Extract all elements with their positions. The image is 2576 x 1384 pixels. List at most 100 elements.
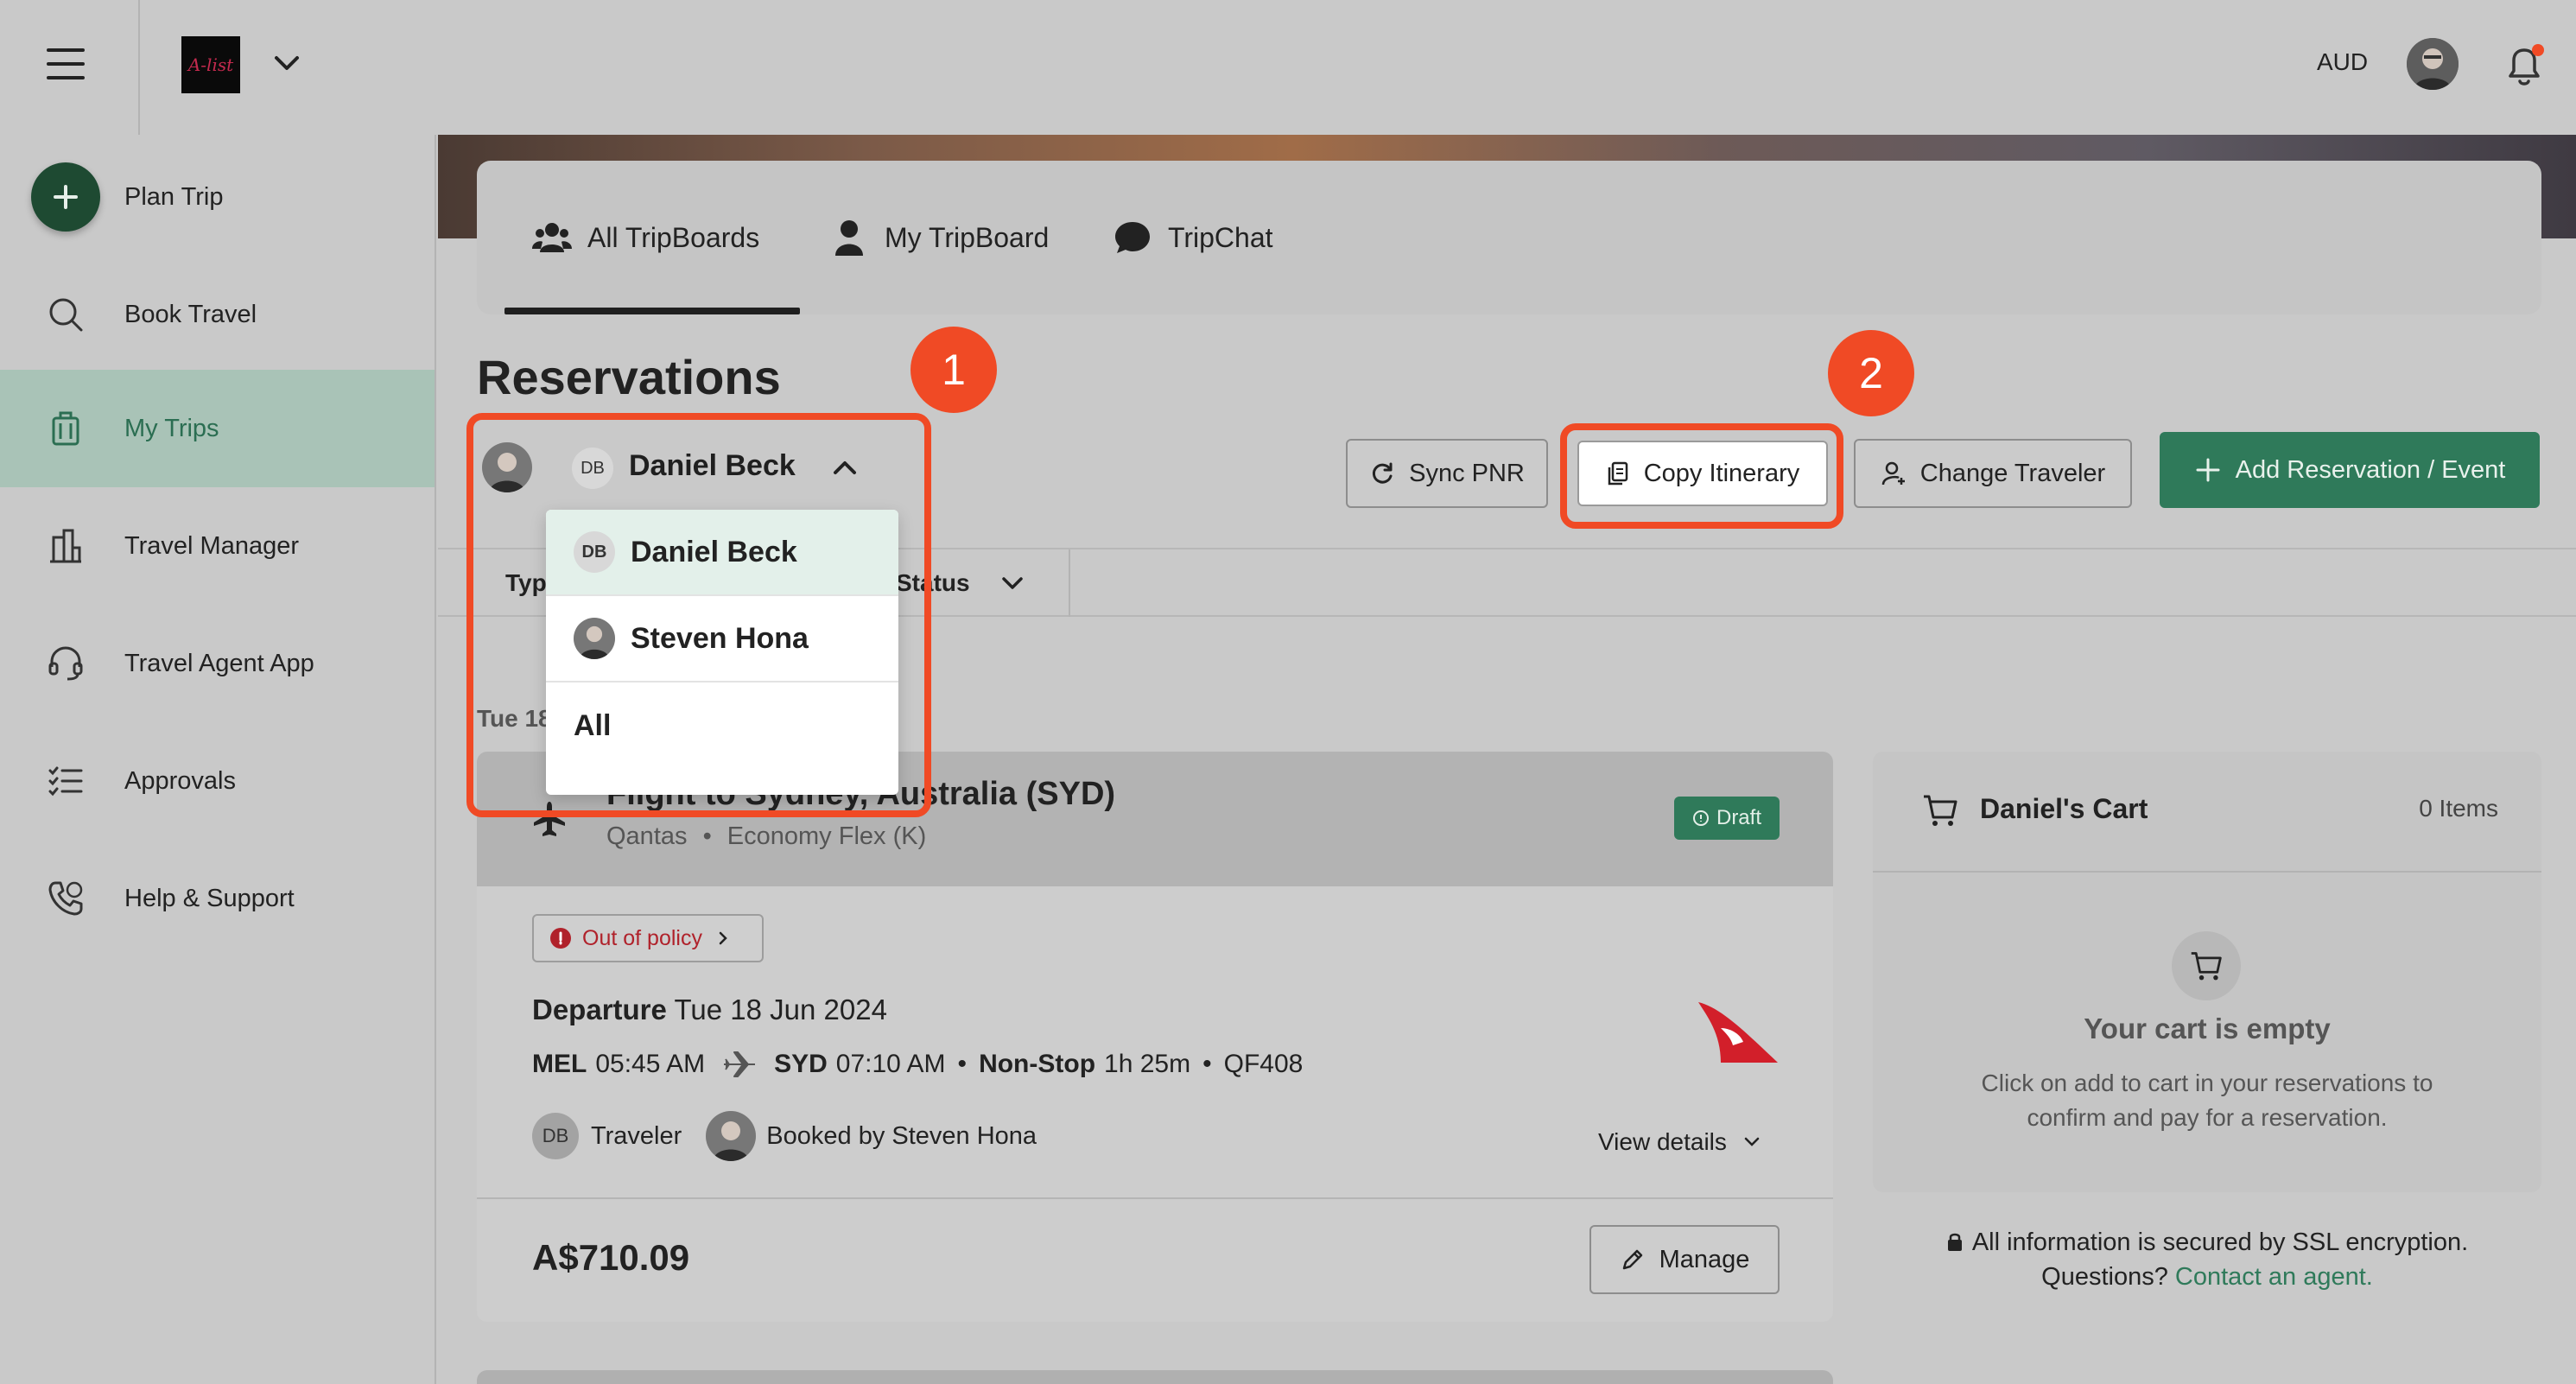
destination-time: 07:10 AM bbox=[835, 1050, 946, 1078]
logo-text: A-list bbox=[187, 54, 234, 75]
annotation-badge-2: 2 bbox=[1828, 330, 1914, 416]
flight-number: QF408 bbox=[1223, 1050, 1304, 1078]
sidebar-item-label: Travel Agent App bbox=[124, 649, 314, 677]
cart-icon bbox=[1924, 795, 1957, 826]
plus-icon bbox=[2196, 458, 2220, 482]
users-icon bbox=[532, 223, 572, 252]
sidebar-item-label: Approvals bbox=[124, 766, 236, 795]
sync-pnr-button[interactable]: Sync PNR bbox=[1346, 439, 1548, 508]
qantas-logo bbox=[1698, 1002, 1778, 1063]
plus-icon bbox=[31, 162, 100, 232]
airline-name: Qantas bbox=[606, 822, 688, 850]
traveler-label: Traveler bbox=[591, 1121, 682, 1150]
company-logo[interactable]: A-list bbox=[181, 36, 240, 93]
highlight-copy-itinerary bbox=[1560, 423, 1843, 529]
filter-divider bbox=[1069, 549, 1070, 617]
sidebar-item-help-support[interactable]: Help & Support bbox=[0, 840, 435, 957]
security-note: All information is secured by SSL encryp… bbox=[1900, 1225, 2514, 1294]
view-details-label: View details bbox=[1598, 1128, 1727, 1155]
tabs-card: All TripBoards My TripBoard TripChat bbox=[477, 161, 2541, 314]
tab-my-tripboard[interactable]: My TripBoard bbox=[829, 161, 1049, 314]
tab-all-tripboards[interactable]: All TripBoards bbox=[532, 161, 759, 314]
annotation-badge-1: 1 bbox=[910, 327, 997, 413]
sidebar-item-my-trips[interactable]: My Trips bbox=[0, 370, 435, 487]
sidebar-item-approvals[interactable]: Approvals bbox=[0, 722, 435, 840]
user-icon bbox=[835, 220, 863, 256]
ssl-line: All information is secured by SSL encryp… bbox=[1900, 1225, 2514, 1260]
booked-by-text: Booked by Steven Hona bbox=[766, 1121, 1037, 1150]
sidebar-item-label: Book Travel bbox=[124, 300, 257, 328]
header-divider bbox=[138, 0, 140, 135]
destination-code: SYD bbox=[774, 1050, 828, 1078]
cart-count: 0 Items bbox=[2419, 795, 2498, 822]
traveler-initials-badge: DB bbox=[532, 1113, 579, 1159]
sidebar-item-plan-trip[interactable]: Plan Trip bbox=[0, 138, 435, 256]
page-title: Reservations bbox=[477, 350, 781, 404]
origin-code: MEL bbox=[532, 1050, 587, 1078]
tab-label: My TripBoard bbox=[885, 221, 1050, 253]
ssl-text: All information is secured by SSL encryp… bbox=[1971, 1228, 2469, 1256]
next-reservation-card bbox=[477, 1370, 1833, 1384]
status-badge: Draft bbox=[1674, 797, 1780, 840]
flight-route: MEL 05:45 AM SYD 07:10 AM • Non-Stop 1h … bbox=[532, 1050, 1304, 1078]
traveler-row: DB Traveler Booked by Steven Hona bbox=[532, 1111, 1037, 1161]
sync-icon bbox=[1373, 462, 1393, 484]
change-traveler-button[interactable]: Change Traveler bbox=[1854, 439, 2132, 508]
stops: Non-Stop bbox=[979, 1050, 1096, 1078]
manage-button[interactable]: Manage bbox=[1589, 1225, 1780, 1294]
headset-icon bbox=[48, 646, 83, 681]
pencil-icon bbox=[1622, 1249, 1642, 1270]
tab-tripchat[interactable]: TripChat bbox=[1113, 161, 1273, 314]
contact-agent-link[interactable]: Contact an agent. bbox=[2175, 1263, 2373, 1291]
luggage-icon bbox=[52, 411, 79, 446]
sidebar-item-travel-agent-app[interactable]: Travel Agent App bbox=[0, 605, 435, 722]
notification-bell-icon[interactable] bbox=[2502, 41, 2547, 90]
tab-label: All TripBoards bbox=[587, 221, 760, 253]
sidebar-item-label: Help & Support bbox=[124, 884, 295, 912]
sidebar-item-travel-manager[interactable]: Travel Manager bbox=[0, 487, 435, 605]
sidebar-item-book-travel[interactable]: Book Travel bbox=[0, 256, 435, 373]
sidebar-item-label: My Trips bbox=[124, 414, 219, 442]
info-icon bbox=[1692, 810, 1709, 826]
currency-selector[interactable]: AUD bbox=[2317, 48, 2368, 76]
departure-line: Departure Tue 18 Jun 2024 bbox=[532, 994, 887, 1026]
sidebar-item-label: Plan Trip bbox=[124, 182, 224, 211]
button-label: Manage bbox=[1659, 1245, 1750, 1273]
reservation-price: A$710.09 bbox=[532, 1237, 690, 1278]
checklist-icon bbox=[48, 766, 83, 797]
questions-line: Questions? Contact an agent. bbox=[1900, 1260, 2514, 1294]
active-tab-indicator bbox=[504, 308, 800, 314]
departure-label: Departure bbox=[532, 994, 667, 1025]
cart-header: Daniel's Cart 0 Items bbox=[1873, 752, 2541, 873]
button-label: Sync PNR bbox=[1409, 459, 1525, 487]
highlight-traveler-select bbox=[466, 413, 931, 817]
cart-panel: Daniel's Cart 0 Items Your cart is empty… bbox=[1873, 752, 2541, 1192]
lock-icon bbox=[1947, 1233, 1962, 1251]
sidebar-item-label: Travel Manager bbox=[124, 531, 300, 560]
duration: 1h 25m bbox=[1104, 1050, 1191, 1078]
out-of-policy-button[interactable]: Out of policy bbox=[532, 914, 764, 962]
buildings-icon bbox=[50, 529, 81, 563]
reservation-card: Flight to Sydney, Australia (SYD) Qantas… bbox=[477, 752, 1833, 1322]
sidebar: Plan Trip Book Travel My Trips Travel Ma… bbox=[0, 135, 436, 1384]
chevron-down-icon bbox=[1001, 577, 1023, 589]
empty-cart-text: Click on add to cart in your reservation… bbox=[1981, 1070, 2433, 1131]
chat-icon bbox=[1115, 222, 1150, 253]
user-avatar[interactable] bbox=[2407, 38, 2459, 90]
view-details-link[interactable]: View details bbox=[1598, 1128, 1761, 1156]
booker-avatar bbox=[706, 1111, 757, 1161]
cart-title: Daniel's Cart bbox=[1980, 793, 2148, 824]
button-label: Add Reservation / Event bbox=[2235, 455, 2506, 484]
search-icon bbox=[49, 298, 83, 332]
policy-text: Out of policy bbox=[582, 925, 702, 950]
alert-icon bbox=[550, 928, 571, 949]
tab-label: TripChat bbox=[1168, 221, 1273, 253]
menu-icon[interactable] bbox=[47, 48, 85, 79]
chevron-down-icon bbox=[1744, 1137, 1760, 1146]
add-reservation-button[interactable]: Add Reservation / Event bbox=[2160, 432, 2540, 508]
button-label: Change Traveler bbox=[1919, 459, 2106, 487]
user-switch-icon bbox=[1881, 461, 1905, 486]
chevron-down-icon[interactable] bbox=[271, 50, 302, 76]
status-text: Draft bbox=[1716, 806, 1761, 829]
questions-text: Questions? bbox=[2041, 1263, 2168, 1291]
